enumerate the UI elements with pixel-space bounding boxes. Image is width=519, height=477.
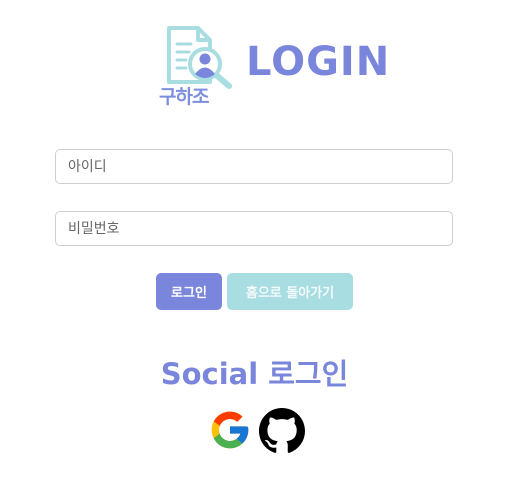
home-button[interactable]: 홈으로 돌아가기 (227, 273, 353, 310)
page-title: LOGIN (246, 39, 391, 85)
login-page: 구하조 LOGIN 로그인 홈으로 돌아가기 Social 로그인 (0, 0, 519, 477)
document-search-icon (167, 26, 232, 89)
password-input[interactable] (55, 211, 453, 246)
logo: 구하조 (158, 24, 238, 116)
social-login-title: Social 로그인 (160, 357, 349, 391)
login-button[interactable]: 로그인 (156, 273, 222, 310)
id-input[interactable] (55, 149, 453, 184)
github-icon[interactable] (259, 408, 305, 453)
google-icon[interactable] (208, 408, 252, 452)
logo-text: 구하조 (159, 86, 209, 108)
